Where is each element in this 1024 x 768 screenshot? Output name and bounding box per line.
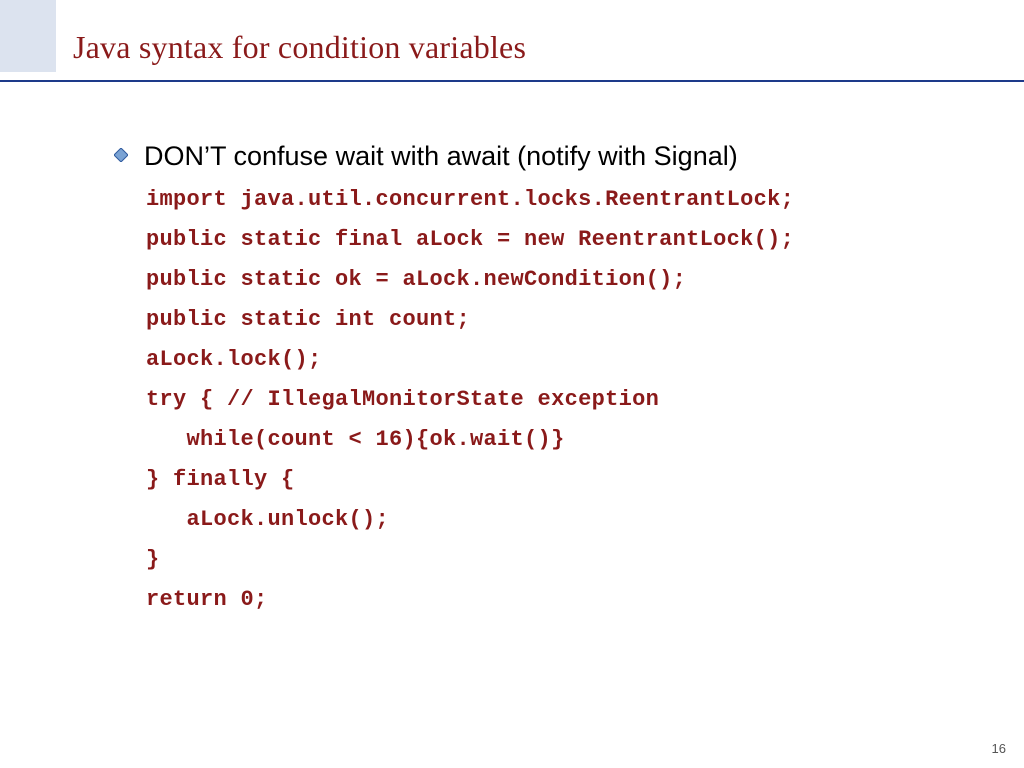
horizontal-rule — [0, 80, 1024, 82]
code-line: while(count < 16){ok.wait()} — [146, 420, 954, 460]
bullet-item: DON’T confuse wait with await (notify wi… — [114, 138, 954, 174]
code-line: public static final aLock = new Reentran… — [146, 220, 954, 260]
code-line: aLock.lock(); — [146, 340, 954, 380]
slide-title: Java syntax for condition variables — [73, 29, 526, 66]
page-number: 16 — [992, 741, 1006, 756]
code-line: return 0; — [146, 580, 954, 620]
code-line: aLock.unlock(); — [146, 500, 954, 540]
code-block: import java.util.concurrent.locks.Reentr… — [146, 180, 954, 620]
code-line: } finally { — [146, 460, 954, 500]
code-line: try { // IllegalMonitorState exception — [146, 380, 954, 420]
code-line: public static int count; — [146, 300, 954, 340]
code-line: } — [146, 540, 954, 580]
slide-content: DON’T confuse wait with await (notify wi… — [114, 138, 954, 620]
code-line: public static ok = aLock.newCondition(); — [146, 260, 954, 300]
code-line: import java.util.concurrent.locks.Reentr… — [146, 180, 954, 220]
header-accent-box — [0, 0, 56, 72]
slide: Java syntax for condition variables DON’… — [0, 0, 1024, 768]
bullet-text: DON’T confuse wait with await (notify wi… — [144, 138, 738, 174]
diamond-bullet-icon — [114, 148, 128, 167]
